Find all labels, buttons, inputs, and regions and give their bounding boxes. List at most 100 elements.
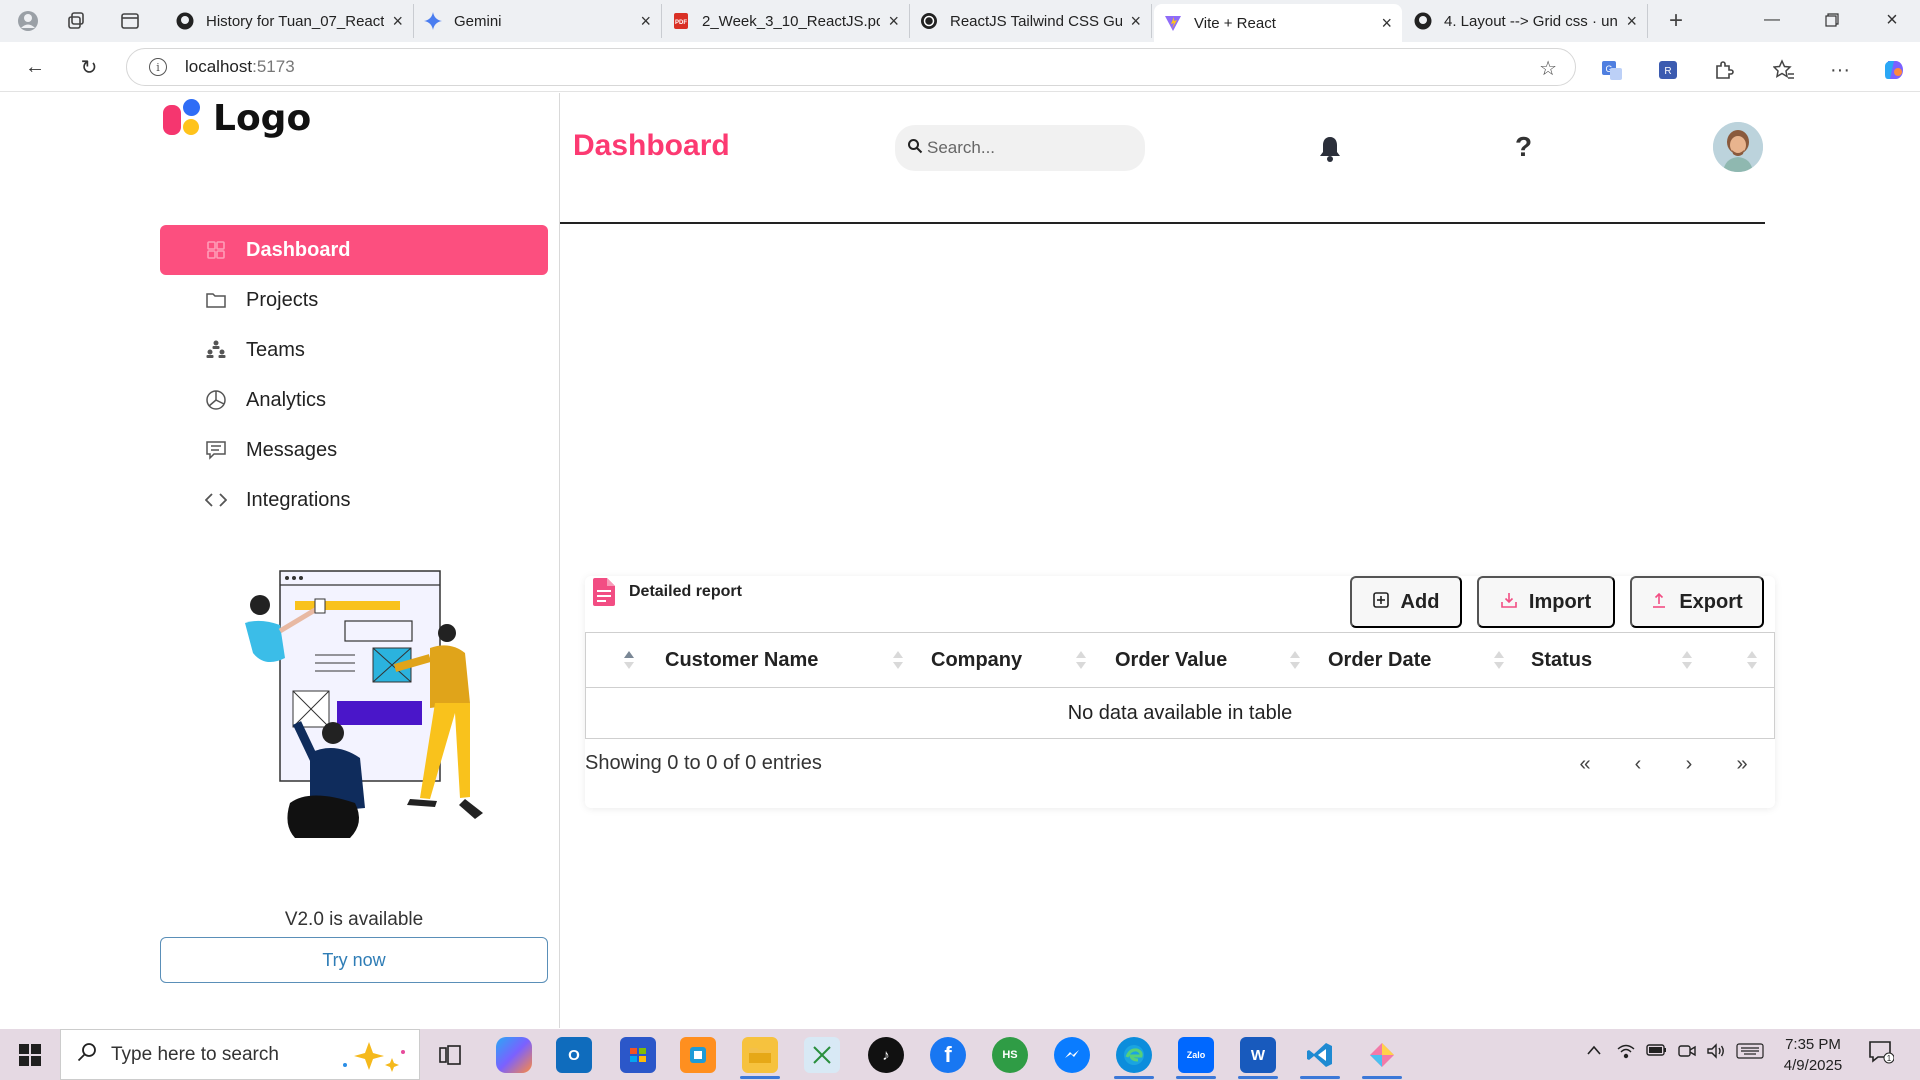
close-tab-icon[interactable]: ×	[1626, 11, 1637, 32]
task-view-icon[interactable]	[432, 1037, 468, 1073]
import-icon	[1501, 592, 1517, 613]
bell-icon[interactable]	[1315, 133, 1345, 165]
messenger-icon[interactable]	[1054, 1037, 1090, 1073]
sidebar-item-label: Integrations	[246, 488, 351, 511]
column-order-date[interactable]: Order Date	[1328, 633, 1431, 688]
site-info-icon[interactable]: i	[149, 58, 167, 76]
close-window-icon[interactable]: ×	[1872, 6, 1912, 34]
import-button[interactable]: Import	[1477, 576, 1615, 628]
word-icon[interactable]: W	[1240, 1037, 1276, 1073]
edge-icon[interactable]	[1116, 1037, 1152, 1073]
sort-actions-icon[interactable]	[1746, 650, 1758, 672]
vscode-icon[interactable]	[1302, 1037, 1338, 1073]
close-tab-icon[interactable]: ×	[1381, 13, 1392, 34]
tab-vite-react[interactable]: Vite + React ×	[1154, 4, 1402, 42]
app-icon[interactable]	[680, 1037, 716, 1073]
hs-icon[interactable]: HS	[992, 1037, 1028, 1073]
column-order-value[interactable]: Order Value	[1115, 633, 1227, 688]
dashboard-icon	[204, 238, 228, 262]
sidebar-item-analytics[interactable]: Analytics	[160, 375, 548, 425]
vertical-tabs-icon[interactable]	[116, 8, 144, 34]
keyboard-icon[interactable]	[1736, 1043, 1764, 1064]
taskbar-search-input[interactable]: Type here to search	[60, 1029, 420, 1080]
tiktok-icon[interactable]: ♪	[868, 1037, 904, 1073]
next-page-button[interactable]: ›	[1674, 750, 1704, 778]
add-label: Add	[1400, 590, 1440, 613]
favorite-star-icon[interactable]: ☆	[1539, 56, 1557, 81]
column-status[interactable]: Status	[1531, 633, 1592, 688]
close-tab-icon[interactable]: ×	[888, 11, 899, 32]
sort-order-date-icon[interactable]	[1493, 650, 1505, 672]
extension-dictionary-icon[interactable]: R	[1654, 56, 1682, 84]
sidebar-item-integrations[interactable]: Integrations	[160, 475, 548, 525]
favorites-icon[interactable]	[1770, 56, 1798, 84]
url-field[interactable]: i localhost:5173 ☆	[126, 48, 1576, 86]
help-icon[interactable]: ?	[1515, 131, 1532, 163]
sidebar-item-label: Projects	[246, 288, 319, 311]
sort-company-icon[interactable]	[1075, 650, 1087, 672]
close-tab-icon[interactable]: ×	[1130, 11, 1141, 32]
workspaces-icon[interactable]	[62, 8, 90, 34]
taskbar-clock[interactable]: 7:35 PM 4/9/2025	[1768, 1034, 1858, 1076]
extensions-puzzle-icon[interactable]	[1710, 56, 1738, 84]
profile-icon[interactable]	[14, 8, 42, 34]
minimize-icon[interactable]: —	[1752, 6, 1792, 34]
facebook-icon[interactable]: f	[930, 1037, 966, 1073]
avatar[interactable]	[1713, 122, 1763, 172]
windows-start-icon[interactable]	[12, 1037, 48, 1073]
new-tab-icon[interactable]: +	[1662, 7, 1690, 34]
tab-gemini[interactable]: Gemini ×	[414, 4, 662, 38]
column-company[interactable]: Company	[931, 633, 1022, 688]
first-page-button[interactable]: «	[1570, 750, 1600, 778]
search-input[interactable]: Search...	[895, 125, 1145, 171]
sort-status-icon[interactable]	[1681, 650, 1693, 672]
column-customer-name[interactable]: Customer Name	[665, 633, 818, 688]
zalo-icon[interactable]: Zalo	[1178, 1037, 1214, 1073]
battery-icon[interactable]	[1646, 1043, 1668, 1062]
translate-icon[interactable]: G	[1598, 56, 1626, 84]
sidebar-item-teams[interactable]: Teams	[160, 325, 548, 375]
copilot-icon[interactable]	[1880, 56, 1908, 84]
paint-icon[interactable]	[1364, 1037, 1400, 1073]
sort-customer-name-icon[interactable]	[892, 650, 904, 672]
previous-page-button[interactable]: ‹	[1623, 750, 1653, 778]
back-arrow-icon[interactable]: ←	[20, 53, 50, 81]
outlook-icon[interactable]: O	[556, 1037, 592, 1073]
address-bar-row: ← ↻ i localhost:5173 ☆	[0, 42, 1920, 92]
search-icon	[77, 1042, 97, 1068]
tab-history[interactable]: History for Tuan_07_React ×	[166, 4, 414, 38]
table-header-row: Customer Name Company Order Value Order …	[586, 633, 1774, 688]
meet-now-icon[interactable]	[1678, 1043, 1696, 1064]
sort-checkbox-column-icon[interactable]	[623, 650, 635, 672]
last-page-button[interactable]: »	[1727, 750, 1757, 778]
tab-chatgpt[interactable]: ReactJS Tailwind CSS Guid ×	[910, 4, 1152, 38]
logo-text: Logo	[213, 97, 312, 139]
export-button[interactable]: Export	[1630, 576, 1764, 628]
tab-pdf[interactable]: PDF 2_Week_3_10_ReactJS.pdf ×	[662, 4, 910, 38]
empty-table-message: No data available in table	[1067, 701, 1293, 724]
openai-icon	[920, 12, 938, 30]
tab-title: 4. Layout --> Grid css · un	[1444, 12, 1618, 30]
entries-info: Showing 0 to 0 of 0 entries	[585, 752, 822, 774]
reload-icon[interactable]: ↻	[74, 53, 104, 81]
tab-grid-css[interactable]: 4. Layout --> Grid css · un ×	[1404, 4, 1648, 38]
close-tab-icon[interactable]: ×	[392, 11, 403, 32]
add-button[interactable]: Add	[1350, 576, 1462, 628]
snipping-icon[interactable]	[804, 1037, 840, 1073]
show-hidden-icons[interactable]	[1586, 1043, 1602, 1061]
copilot-app-icon[interactable]	[496, 1037, 532, 1073]
file-explorer-icon[interactable]	[742, 1037, 778, 1073]
more-menu-icon[interactable]: ···	[1826, 56, 1854, 84]
sidebar-item-projects[interactable]: Projects	[160, 275, 548, 325]
volume-icon[interactable]	[1706, 1043, 1726, 1064]
sidebar-item-dashboard[interactable]: Dashboard	[160, 225, 548, 275]
try-now-button[interactable]: Try now	[160, 937, 548, 983]
notification-icon[interactable]: 1	[1868, 1039, 1895, 1070]
wifi-icon[interactable]	[1616, 1043, 1636, 1064]
close-tab-icon[interactable]: ×	[640, 11, 651, 32]
restore-icon[interactable]	[1812, 6, 1852, 34]
sort-order-value-icon[interactable]	[1289, 650, 1301, 672]
sidebar-item-messages[interactable]: Messages	[160, 425, 548, 475]
store-icon[interactable]	[620, 1037, 656, 1073]
logo[interactable]: Logo	[163, 97, 311, 139]
